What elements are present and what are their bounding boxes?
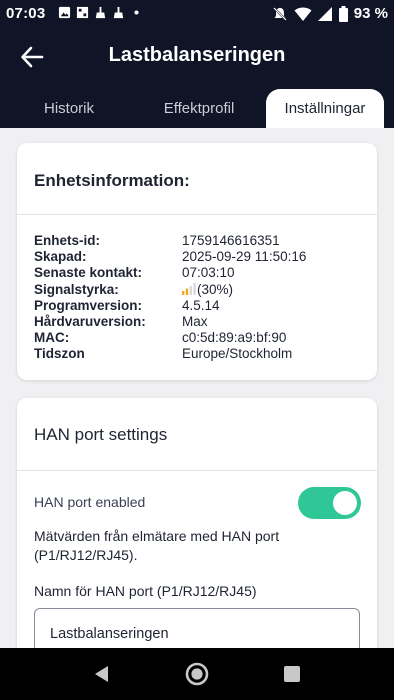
tab-installningar[interactable]: Inställningar bbox=[266, 89, 384, 128]
signal-strength-icon bbox=[182, 282, 196, 295]
han-port-description: Mätvärden från elmätare med HAN port (P1… bbox=[34, 528, 280, 563]
info-value: 1759146616351 bbox=[182, 233, 280, 248]
info-row-last-contact: Senaste kontakt: 07:03:10 bbox=[34, 265, 364, 281]
info-key: Programversion: bbox=[34, 297, 143, 313]
signal-strength-text: (30%) bbox=[197, 281, 234, 297]
back-triangle-icon[interactable] bbox=[89, 661, 115, 687]
info-key: Tidszon bbox=[34, 346, 85, 362]
han-port-name-input[interactable] bbox=[34, 608, 360, 648]
media-icon bbox=[76, 6, 89, 19]
divider bbox=[17, 470, 377, 471]
cleaning-icon bbox=[95, 6, 106, 19]
toggle-knob bbox=[333, 491, 357, 515]
info-row-software-version: Programversion: 4.5.14 bbox=[34, 298, 364, 314]
battery-percent: 93 % bbox=[353, 5, 388, 22]
info-value: (30%) bbox=[182, 282, 364, 298]
image-icon bbox=[58, 6, 71, 19]
battery-icon bbox=[338, 5, 348, 22]
info-value: 4.5.14 bbox=[182, 297, 220, 313]
info-row-device-id: Enhets-id: 1759146616351 bbox=[34, 233, 364, 249]
system-nav-bar bbox=[0, 648, 394, 700]
wifi-icon bbox=[294, 7, 312, 21]
device-info-title: Enhetsinformation: bbox=[34, 171, 190, 190]
device-info-list: Enhets-id: 1759146616351 Skapad: 2025-09… bbox=[34, 233, 364, 363]
info-key: Signalstyrka: bbox=[34, 281, 119, 297]
system-status-icons: 93 % bbox=[272, 5, 388, 22]
dot-icon bbox=[134, 10, 139, 15]
cleaning-icon bbox=[113, 6, 124, 19]
tab-historik[interactable]: Historik bbox=[24, 89, 114, 128]
info-key: Hårdvaruversion: bbox=[34, 313, 146, 329]
info-key: Enhets-id: bbox=[34, 233, 100, 248]
settings-content[interactable]: Enhetsinformation: Enhets-id: 1759146616… bbox=[0, 128, 394, 648]
signal-icon bbox=[317, 6, 332, 21]
page-title: Lastbalanseringen bbox=[108, 44, 286, 66]
tab-bar: Historik Effektprofil Inställningar bbox=[0, 86, 394, 128]
info-row-mac: MAC: c0:5d:89:a9:bf:90 bbox=[34, 330, 364, 346]
home-circle-icon[interactable] bbox=[184, 661, 210, 687]
notification-icons bbox=[58, 6, 143, 19]
info-key: Senaste kontakt: bbox=[34, 265, 143, 281]
info-key: MAC: bbox=[34, 330, 70, 346]
tab-effektprofil[interactable]: Effektprofil bbox=[140, 89, 258, 128]
info-value: 2025-09-29 11:50:16 bbox=[182, 249, 307, 265]
han-port-toggle-label: HAN port enabled bbox=[34, 494, 146, 510]
han-port-title: HAN port settings bbox=[34, 425, 168, 444]
recents-square-icon[interactable] bbox=[279, 661, 305, 687]
info-row-hardware-version: Hårdvaruversion: Max bbox=[34, 314, 364, 330]
status-bar: 07:03 93 % bbox=[0, 0, 394, 28]
info-value: Europe/Stockholm bbox=[182, 346, 293, 362]
info-key: Skapad: bbox=[34, 249, 87, 265]
info-value: c0:5d:89:a9:bf:90 bbox=[182, 330, 287, 346]
info-row-timezone: Tidszon Europe/Stockholm bbox=[34, 346, 364, 362]
han-port-toggle[interactable] bbox=[298, 487, 361, 519]
info-value: Max bbox=[182, 313, 208, 329]
info-row-created: Skapad: 2025-09-29 11:50:16 bbox=[34, 249, 364, 265]
han-port-card: HAN port settings HAN port enabled Mätvä… bbox=[17, 398, 377, 648]
app-header: Lastbalanseringen bbox=[0, 28, 394, 86]
device-info-card: Enhetsinformation: Enhets-id: 1759146616… bbox=[17, 143, 377, 380]
han-port-name-label: Namn för HAN port (P1/RJ12/RJ45) bbox=[34, 583, 257, 599]
mute-icon bbox=[273, 6, 287, 21]
info-row-signal-strength: Signalstyrka: (30%) bbox=[34, 282, 364, 298]
divider bbox=[17, 214, 377, 215]
status-time: 07:03 bbox=[6, 5, 46, 22]
info-value: 07:03:10 bbox=[182, 265, 235, 281]
